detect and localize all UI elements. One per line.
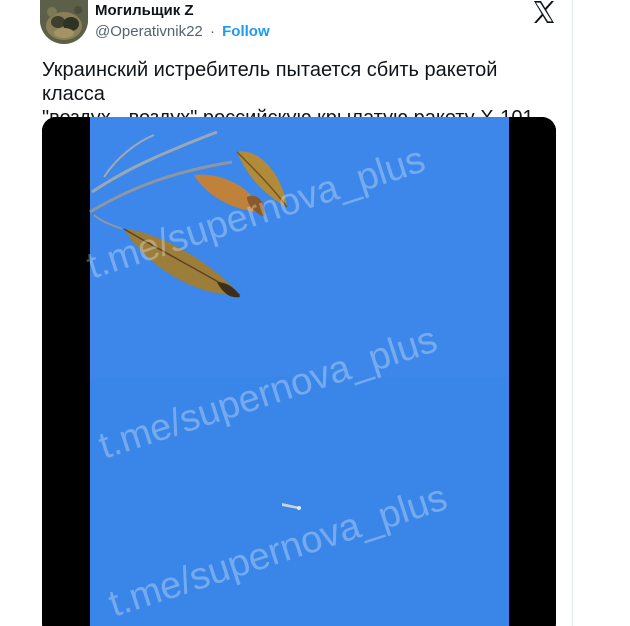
x-logo-icon[interactable] [532, 0, 556, 24]
display-name[interactable]: Могильщик Z [95, 2, 194, 19]
user-handle[interactable]: @Operativnik22 [95, 23, 203, 40]
separator-dot: · [209, 23, 215, 40]
tweet-card: Могильщик Z @Operativnik22 · Follow Укра… [0, 0, 572, 626]
handle-row: @Operativnik22 · Follow [95, 23, 270, 40]
video-media[interactable]: t.me/supernova_plus t.me/supernova_plus … [42, 117, 556, 626]
tweet-text-line-1: Украинский истребитель пытается сбить ра… [42, 59, 498, 105]
divider [572, 0, 573, 626]
follow-button[interactable]: Follow [222, 23, 270, 40]
avatar[interactable] [40, 0, 88, 44]
tweet-embed-page: Могильщик Z @Operativnik22 · Follow Укра… [0, 0, 630, 626]
